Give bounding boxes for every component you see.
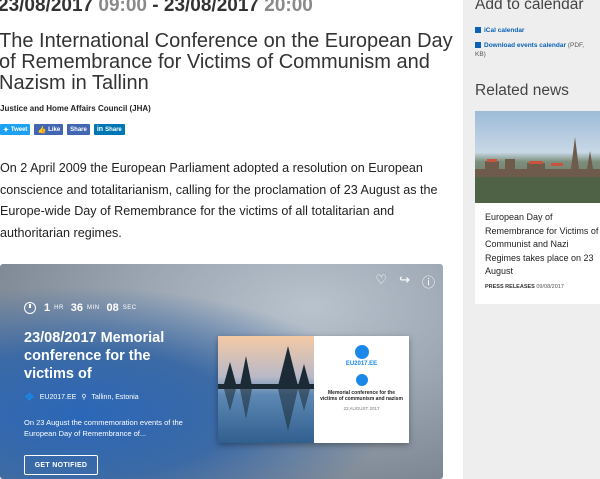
start-date: 23/08/2017	[0, 0, 94, 16]
download-size: KB)	[475, 51, 486, 58]
news-title[interactable]: European Day of Remembrance for Victims …	[485, 211, 600, 279]
embed-organizer: ❖ EU2017.EE ⚲ Tallinn, Estonia	[24, 390, 139, 404]
countdown-seconds-unit: SEC	[122, 305, 137, 311]
tallinn-skyline-illustration	[475, 137, 600, 203]
clock-icon	[24, 302, 36, 314]
end-date: 23/08/2017	[163, 0, 259, 16]
facebook-share-button[interactable]: Share	[67, 124, 90, 135]
calendar-icon	[475, 27, 481, 33]
embed-title[interactable]: 23/08/2017 Memorial conference for the v…	[24, 329, 204, 383]
download-icon	[475, 42, 481, 48]
share-icon[interactable]: ↪	[399, 272, 410, 291]
sidebar: Add to calendar iCal calendar Download e…	[463, 0, 600, 479]
heart-icon[interactable]: ♡	[375, 272, 387, 291]
eu-dot-icon	[354, 345, 369, 359]
share-label: Share	[70, 126, 87, 133]
poster-text: EU2017.EE Memorial conference for the vi…	[314, 336, 409, 443]
countdown-timer: 1 HR 36 MIN 08 SEC	[24, 302, 140, 314]
news-meta: PRESS RELEASES 09/08/2017	[485, 284, 564, 290]
event-description: On 2 April 2009 the European Parliament …	[0, 161, 438, 240]
info-icon[interactable]: ⓘ	[422, 272, 435, 291]
share-bar: ✦ Tweet 👍 Like Share in Share	[0, 124, 125, 135]
thumbs-up-icon: 👍	[37, 126, 47, 134]
news-date: 09/08/2017	[536, 284, 564, 290]
facebook-like-button[interactable]: 👍 Like	[34, 124, 64, 135]
countdown-minutes: 36	[70, 302, 84, 314]
council-label: Justice and Home Affairs Council (JHA)	[0, 104, 151, 113]
countdown-minutes-unit: MIN	[87, 305, 100, 311]
organizer-name[interactable]: EU2017.EE	[40, 394, 77, 401]
date-separator: -	[152, 0, 159, 16]
event-main: 23/08/2017 09:00 - 23/08/2017 20:00 The …	[0, 0, 463, 479]
get-notified-button[interactable]: GET NOTIFIED	[24, 455, 98, 475]
news-image	[475, 111, 600, 203]
page-title: The International Conference on the Euro…	[0, 30, 453, 94]
embed-toolbar: ♡ ↪ ⓘ	[375, 272, 435, 291]
ical-label: iCal calendar	[484, 27, 525, 34]
download-label: Download events calendar	[484, 42, 566, 49]
poster-image	[218, 336, 314, 443]
location-pin-icon: ⚲	[81, 394, 87, 401]
ical-link[interactable]: iCal calendar	[475, 27, 524, 34]
tweet-label: Tweet	[10, 126, 28, 133]
download-calendar-link[interactable]: Download events calendar (PDF,	[475, 42, 584, 49]
eu2017-logo-icon: ❖	[24, 390, 35, 404]
countdown-hours: 1	[44, 302, 51, 314]
news-category: PRESS RELEASES	[485, 284, 535, 290]
eu-dot-icon-2	[355, 374, 368, 386]
location-text: Tallinn, Estonia	[91, 393, 139, 401]
end-time: 20:00	[264, 0, 313, 16]
download-note: (PDF,	[567, 42, 585, 49]
lake-trees-illustration	[218, 346, 314, 431]
related-news-heading: Related news	[475, 82, 569, 99]
like-label: Like	[48, 126, 61, 133]
countdown-hours-unit: HR	[54, 305, 64, 311]
poster-title: Memorial conference for the victims of c…	[320, 390, 403, 402]
start-time: 09:00	[98, 0, 147, 16]
add-to-calendar-heading: Add to calendar	[475, 0, 584, 13]
embed-description: On 23 August the commemoration events of…	[24, 418, 183, 438]
event-dates: 23/08/2017 09:00 - 23/08/2017 20:00	[0, 0, 313, 17]
poster-date: 23 AUGUST 2017	[343, 406, 380, 411]
tweet-button[interactable]: ✦ Tweet	[0, 124, 31, 135]
event-poster: EU2017.EE Memorial conference for the vi…	[218, 336, 409, 443]
twitter-icon: ✦	[3, 126, 9, 134]
linkedin-icon: in	[96, 126, 104, 133]
linkedin-share-label: Share	[105, 126, 122, 133]
news-card[interactable]: European Day of Remembrance for Victims …	[475, 111, 600, 304]
poster-brand: EU2017.EE	[345, 361, 378, 367]
linkedin-share-button[interactable]: in Share	[93, 124, 125, 135]
countdown-seconds: 08	[106, 302, 119, 314]
